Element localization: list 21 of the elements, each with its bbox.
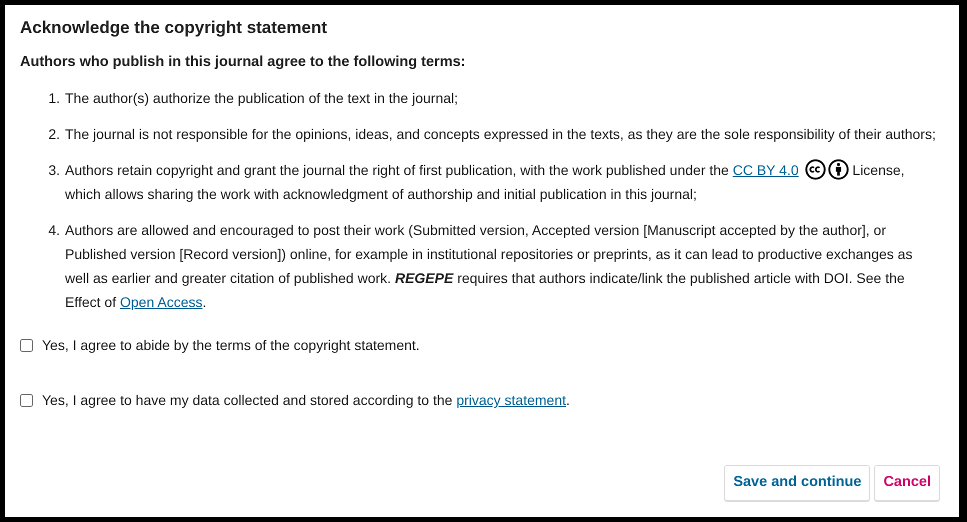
agree-checkbox[interactable] xyxy=(20,339,33,352)
list-number: 4. xyxy=(47,221,60,240)
agree-label: Yes, I agree to have my data collected and stored according to the privacy statement. xyxy=(42,391,570,410)
list-number: 3. xyxy=(47,161,60,180)
list-number: 2. xyxy=(47,125,60,144)
cc-icon xyxy=(804,159,826,180)
terms-intro: Authors who publish in this journal agree to the following terms: xyxy=(20,53,466,72)
person-icon xyxy=(828,159,849,180)
term-text: Authors retain copyright and grant the journal the right of first publication, with the work published under the CC BY 4.0 License, which allows sharing the work with acknowledgment of authorship and initial publication in this journal; xyxy=(65,158,940,206)
link[interactable]: privacy statement xyxy=(456,392,566,408)
term-text: The journal is not responsible for the opinions, ideas, and concepts expressed in the texts, as they are the sole responsibility of their authors; xyxy=(65,125,936,144)
term-text: Authors are allowed and encouraged to post their work (Submitted version, Accepted version [Manuscript accepted by the author], or Published version [Record version]) online, for example in institutional repositories or preprints, as it can lead to productive exchanges as well as earlier and greater citation of published work. REGEPE requires that authors indicate/link the published article with DOI. See the Effect of Open Access. xyxy=(65,221,914,312)
agree-checkbox[interactable] xyxy=(20,394,33,408)
link[interactable]: Open Access xyxy=(120,294,202,310)
save-button[interactable]: Save and continue xyxy=(724,465,870,501)
agree-label: Yes, I agree to abide by the terms of the copyright statement. xyxy=(42,336,420,356)
term-text: The author(s) authorize the publication of the text in the journal; xyxy=(65,89,458,108)
cancel-button[interactable]: Cancel xyxy=(874,465,940,501)
section-title: Acknowledge the copyright statement xyxy=(20,18,328,38)
link[interactable]: CC BY 4.0 xyxy=(732,162,799,178)
list-number: 1. xyxy=(47,89,60,108)
